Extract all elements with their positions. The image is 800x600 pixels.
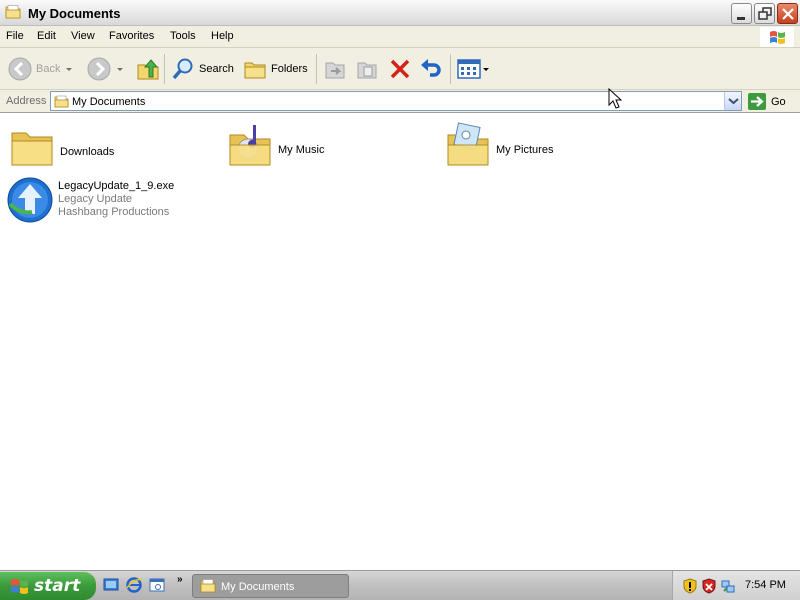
menu-bar: File Edit View Favorites Tools Help (0, 26, 800, 48)
folder-icon (200, 579, 216, 593)
address-value: My Documents (72, 96, 146, 108)
minimize-button[interactable] (731, 3, 752, 24)
file-legacyupdate[interactable]: LegacyUpdate_1_9.exe Legacy Update Hashb… (6, 176, 226, 226)
item-name: My Pictures (496, 144, 554, 156)
folder-icon (5, 5, 21, 19)
close-button[interactable] (777, 3, 798, 24)
search-label: Search (199, 63, 234, 75)
chevron-down-icon (728, 98, 739, 105)
taskbar-window-label: My Documents (221, 581, 295, 593)
views-dropdown-icon[interactable] (483, 67, 489, 71)
folder-icon (11, 132, 53, 166)
folder-my-music[interactable]: My Music (226, 121, 426, 173)
folders-label: Folders (271, 63, 308, 75)
restore-button[interactable] (754, 3, 775, 24)
views-button[interactable] (457, 48, 489, 90)
network-icon[interactable] (721, 578, 735, 594)
title-bar[interactable]: My Documents (0, 0, 800, 26)
windows-explorer-icon[interactable] (149, 577, 165, 593)
forward-arrow-icon (87, 57, 111, 81)
close-icon (782, 8, 794, 20)
security-shield-icon[interactable] (683, 578, 697, 594)
up-folder-button[interactable] (136, 48, 160, 90)
security-alert-icon[interactable] (702, 578, 716, 594)
up-folder-icon (137, 59, 159, 80)
address-label: Address (6, 95, 47, 107)
folders-button[interactable]: Folders (243, 48, 308, 90)
folder-icon (54, 95, 69, 108)
back-arrow-icon (8, 57, 32, 81)
back-dropdown-icon[interactable] (66, 67, 73, 71)
copy-to-button[interactable] (355, 48, 379, 90)
window-title: My Documents (28, 6, 121, 21)
folder-downloads[interactable]: Downloads (8, 123, 208, 173)
views-icon (457, 59, 481, 79)
pictures-folder-icon (447, 122, 489, 166)
minimize-icon (737, 17, 745, 20)
address-dropdown-button[interactable] (724, 92, 741, 110)
folders-icon (244, 62, 266, 79)
undo-button[interactable] (419, 48, 443, 90)
menu-edit[interactable]: Edit (37, 30, 56, 42)
move-to-icon (325, 62, 345, 79)
toolbar-separator (164, 54, 165, 84)
item-name: LegacyUpdate_1_9.exe (58, 180, 175, 192)
item-company: Hashbang Productions (58, 206, 170, 218)
forward-button[interactable] (87, 48, 123, 90)
taskbar: start » My Documents 7:54 PM (0, 570, 800, 600)
go-arrow-icon (748, 93, 766, 110)
copy-to-icon (357, 62, 377, 79)
clock: 7:54 PM (745, 579, 786, 591)
toolbar-separator (450, 54, 451, 84)
search-button[interactable]: Search (171, 48, 234, 90)
item-description: Legacy Update (58, 193, 132, 205)
internet-explorer-icon[interactable] (126, 577, 142, 593)
item-name: Downloads (60, 146, 115, 158)
taskbar-window-my-documents[interactable]: My Documents (192, 574, 349, 598)
menu-tools[interactable]: Tools (170, 30, 196, 42)
menu-favorites[interactable]: Favorites (109, 30, 154, 42)
address-input[interactable]: My Documents (50, 91, 742, 111)
forward-dropdown-icon[interactable] (117, 67, 123, 71)
windows-flag-icon (11, 579, 28, 594)
back-label: Back (36, 63, 61, 75)
menu-view[interactable]: View (71, 30, 95, 42)
menu-help[interactable]: Help (211, 30, 234, 42)
show-desktop-icon[interactable] (103, 577, 119, 593)
start-label: start (34, 576, 81, 596)
go-button[interactable]: Go (748, 93, 786, 110)
music-folder-icon (229, 125, 271, 166)
address-bar: Address My Documents Go (0, 90, 800, 113)
go-label: Go (771, 95, 786, 108)
delete-icon (390, 59, 410, 79)
mouse-cursor-icon (608, 88, 622, 109)
menu-file[interactable]: File (6, 30, 24, 42)
start-button[interactable]: start (0, 572, 96, 600)
windows-logo (760, 27, 794, 47)
quick-launch-chevron-icon[interactable]: » (177, 574, 183, 585)
toolbar-separator (316, 54, 317, 84)
undo-icon (421, 59, 441, 77)
back-button[interactable]: Back (8, 48, 73, 90)
folder-my-pictures[interactable]: My Pictures (444, 121, 644, 173)
legacy-update-icon (7, 177, 53, 223)
search-icon (172, 58, 193, 80)
system-tray: 7:54 PM (672, 571, 800, 600)
file-list-view[interactable]: Downloads My Music My Pictures LegacyUpd… (0, 113, 800, 570)
move-to-button[interactable] (323, 48, 347, 90)
item-name: My Music (278, 144, 325, 156)
delete-button[interactable] (388, 48, 412, 90)
restore-icon (758, 7, 772, 20)
toolbar: Back Search Folders (0, 48, 800, 90)
windows-flag-icon (770, 31, 785, 44)
